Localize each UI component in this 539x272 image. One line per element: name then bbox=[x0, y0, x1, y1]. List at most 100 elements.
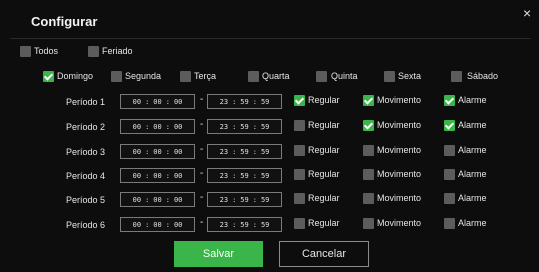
regular-checkbox[interactable] bbox=[294, 169, 305, 180]
regular-checkbox[interactable] bbox=[294, 120, 305, 131]
end-time-input-part: 23 bbox=[219, 122, 229, 131]
regular-checkbox[interactable] bbox=[294, 95, 305, 106]
motion-label: Movimento bbox=[377, 120, 422, 130]
motion-label: Movimento bbox=[377, 169, 422, 179]
start-time-input-part: 00 bbox=[153, 195, 162, 204]
time-range-separator: - bbox=[200, 144, 204, 155]
start-time-input[interactable]: 00:00:00 bbox=[120, 94, 195, 109]
end-time-input-part: 59 bbox=[260, 97, 270, 106]
time-range-separator: - bbox=[200, 192, 204, 203]
start-time-input[interactable]: 00:00:00 bbox=[120, 144, 195, 159]
cancel-button[interactable]: Cancelar bbox=[279, 241, 369, 267]
start-time-input-part: 00 bbox=[173, 147, 183, 156]
alarm-label: Alarme bbox=[458, 145, 487, 155]
alarm-checkbox[interactable] bbox=[444, 193, 455, 204]
alarm-checkbox[interactable] bbox=[444, 95, 455, 106]
start-time-input-part: 00 bbox=[132, 147, 142, 156]
time-colon: : bbox=[165, 97, 170, 106]
time-range-separator: - bbox=[200, 168, 204, 179]
time-colon: : bbox=[252, 147, 257, 156]
start-time-input-part: 00 bbox=[173, 122, 183, 131]
start-time-input[interactable]: 00:00:00 bbox=[120, 119, 195, 134]
label-todos: Todos bbox=[34, 46, 59, 56]
end-time-input-part: 59 bbox=[240, 147, 249, 156]
period-label: Período 1 bbox=[66, 97, 106, 107]
save-button[interactable]: Salvar bbox=[174, 241, 263, 267]
period-label: Período 4 bbox=[66, 171, 106, 181]
start-time-input-part: 00 bbox=[132, 122, 142, 131]
day-checkbox-segunda[interactable] bbox=[111, 71, 122, 82]
regular-label: Regular bbox=[308, 120, 340, 130]
alarm-checkbox[interactable] bbox=[444, 145, 455, 156]
alarm-checkbox[interactable] bbox=[444, 218, 455, 229]
motion-checkbox[interactable] bbox=[363, 95, 374, 106]
time-colon: : bbox=[165, 147, 170, 156]
start-time-input-part: 00 bbox=[132, 171, 142, 180]
time-range-separator: - bbox=[200, 119, 204, 130]
motion-checkbox[interactable] bbox=[363, 120, 374, 131]
regular-label: Regular bbox=[308, 193, 340, 203]
day-checkbox-sabado[interactable] bbox=[451, 71, 462, 82]
time-colon: : bbox=[145, 195, 150, 204]
time-colon: : bbox=[252, 97, 257, 106]
alarm-checkbox[interactable] bbox=[444, 120, 455, 131]
end-time-input-part: 59 bbox=[260, 171, 270, 180]
time-colon: : bbox=[145, 171, 150, 180]
alarm-label: Alarme bbox=[458, 95, 487, 105]
motion-checkbox[interactable] bbox=[363, 193, 374, 204]
period-label: Período 5 bbox=[66, 195, 106, 205]
end-time-input[interactable]: 23:59:59 bbox=[207, 144, 282, 159]
alarm-checkbox[interactable] bbox=[444, 169, 455, 180]
end-time-input-part: 23 bbox=[219, 171, 229, 180]
day-checkbox-terca[interactable] bbox=[180, 71, 191, 82]
end-time-input-part: 59 bbox=[260, 220, 270, 229]
motion-checkbox[interactable] bbox=[363, 218, 374, 229]
end-time-input[interactable]: 23:59:59 bbox=[207, 94, 282, 109]
end-time-input-part: 59 bbox=[260, 122, 270, 131]
end-time-input[interactable]: 23:59:59 bbox=[207, 192, 282, 207]
motion-checkbox[interactable] bbox=[363, 169, 374, 180]
day-label-terca: Terça bbox=[194, 71, 217, 81]
start-time-input-part: 00 bbox=[153, 147, 162, 156]
day-checkbox-domingo[interactable] bbox=[43, 71, 54, 82]
alarm-label: Alarme bbox=[458, 218, 487, 228]
regular-checkbox[interactable] bbox=[294, 145, 305, 156]
day-checkbox-quinta[interactable] bbox=[316, 71, 327, 82]
regular-checkbox[interactable] bbox=[294, 218, 305, 229]
time-colon: : bbox=[145, 97, 150, 106]
time-colon: : bbox=[145, 220, 150, 229]
day-label-sexta: Sexta bbox=[398, 71, 422, 81]
motion-label: Movimento bbox=[377, 145, 422, 155]
start-time-input-part: 00 bbox=[132, 220, 142, 229]
label-feriado: Feriado bbox=[102, 46, 133, 56]
regular-checkbox[interactable] bbox=[294, 193, 305, 204]
time-colon: : bbox=[232, 147, 237, 156]
time-colon: : bbox=[252, 122, 257, 131]
start-time-input[interactable]: 00:00:00 bbox=[120, 192, 195, 207]
motion-label: Movimento bbox=[377, 95, 422, 105]
end-time-input[interactable]: 23:59:59 bbox=[207, 168, 282, 183]
end-time-input-part: 59 bbox=[240, 97, 249, 106]
time-colon: : bbox=[145, 147, 150, 156]
end-time-input-part: 59 bbox=[260, 147, 270, 156]
checkbox-feriado[interactable] bbox=[88, 46, 99, 57]
motion-checkbox[interactable] bbox=[363, 145, 374, 156]
title-divider bbox=[10, 38, 531, 39]
time-colon: : bbox=[232, 97, 237, 106]
start-time-input-part: 00 bbox=[173, 97, 183, 106]
time-range-separator: - bbox=[200, 217, 204, 228]
close-icon[interactable]: × bbox=[523, 6, 531, 20]
start-time-input[interactable]: 00:00:00 bbox=[120, 217, 195, 232]
start-time-input-part: 00 bbox=[153, 220, 162, 229]
dialog-title: Configurar bbox=[31, 14, 98, 29]
end-time-input-part: 23 bbox=[219, 220, 229, 229]
end-time-input-part: 59 bbox=[240, 220, 249, 229]
start-time-input[interactable]: 00:00:00 bbox=[120, 168, 195, 183]
end-time-input[interactable]: 23:59:59 bbox=[207, 217, 282, 232]
day-checkbox-sexta[interactable] bbox=[384, 71, 395, 82]
checkbox-todos[interactable] bbox=[20, 46, 31, 57]
time-range-separator: - bbox=[200, 94, 204, 105]
end-time-input-part: 59 bbox=[240, 122, 249, 131]
end-time-input[interactable]: 23:59:59 bbox=[207, 119, 282, 134]
day-checkbox-quarta[interactable] bbox=[248, 71, 259, 82]
